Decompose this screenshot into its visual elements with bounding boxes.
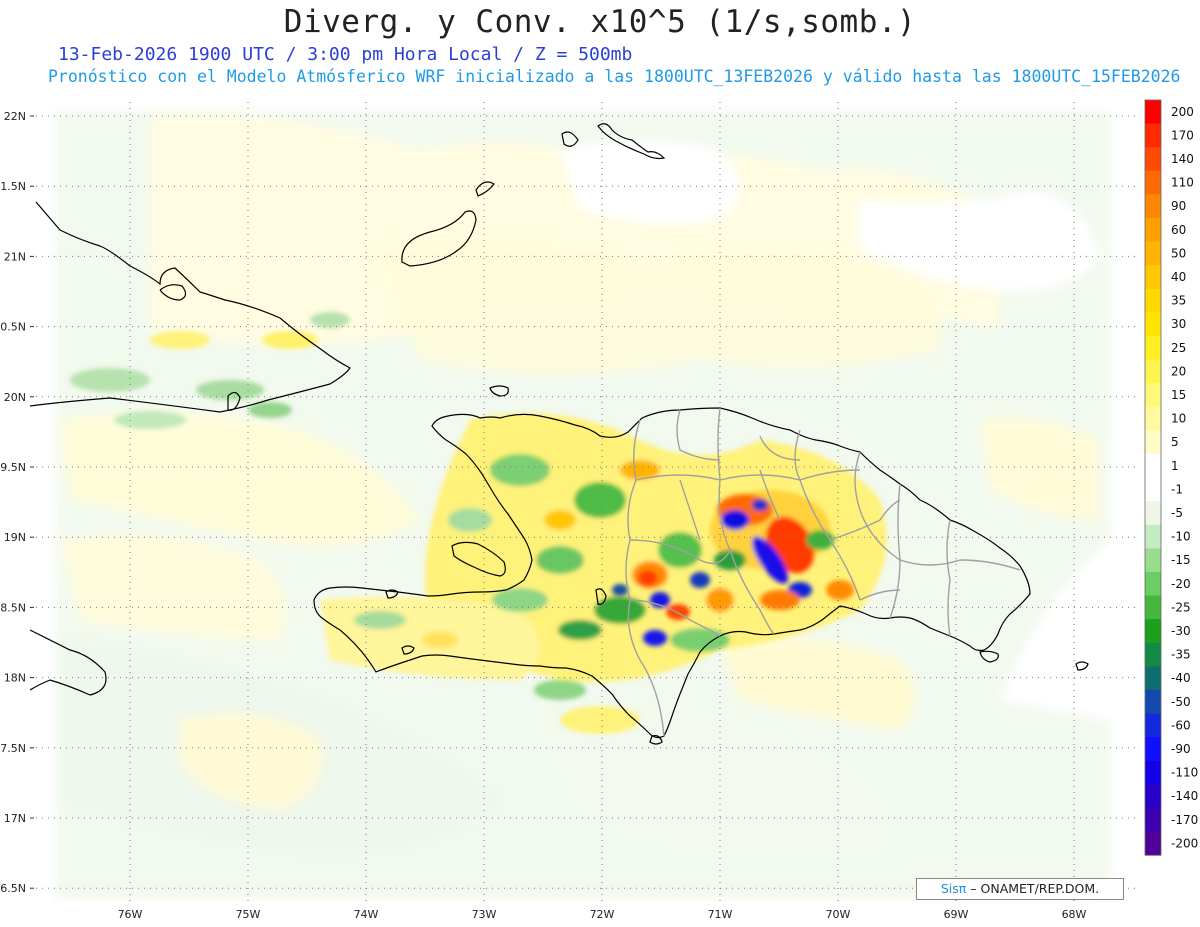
colorbar-label: 10	[1171, 412, 1186, 426]
colorbar-swatch	[1145, 241, 1161, 266]
colorbar-label: 50	[1171, 246, 1186, 260]
colorbar-label: -1	[1171, 482, 1183, 496]
colorbar-swatch	[1145, 501, 1161, 526]
colorbar-swatch	[1145, 123, 1161, 148]
colorbar-swatch	[1145, 831, 1161, 856]
lon-label: 73W	[472, 908, 497, 921]
colorbar-label: 140	[1171, 152, 1194, 166]
colorbar-label: 170	[1171, 128, 1194, 142]
lat-label: 20N	[4, 391, 26, 404]
lon-label: 69W	[944, 908, 969, 921]
colorbar-label: -90	[1171, 742, 1191, 756]
lat-label: 7.5N	[0, 742, 26, 755]
lat-label: 9.5N	[0, 461, 26, 474]
colorbar-label: -30	[1171, 624, 1191, 638]
colorbar-label: -140	[1171, 789, 1198, 803]
colorbar: 200 170 140 110 90 60 50 40 35 30 25 20 15 10 5 1 -1 -5 -1…	[1144, 99, 1198, 856]
lat-label: 8.5N	[0, 601, 26, 614]
lon-label: 74W	[354, 908, 379, 921]
colorbar-swatch	[1145, 147, 1161, 172]
colorbar-label: 35	[1171, 294, 1186, 308]
colorbar-swatch	[1145, 100, 1161, 124]
colorbar-label: -20	[1171, 577, 1191, 591]
colorbar-swatch	[1145, 454, 1161, 478]
colorbar-swatch	[1145, 406, 1161, 431]
colorbar-label: -35	[1171, 648, 1191, 662]
colorbar-swatch	[1145, 288, 1161, 313]
colorbar-label: -40	[1171, 671, 1191, 685]
colorbar-label: 5	[1171, 435, 1179, 449]
colorbar-label: -200	[1171, 836, 1198, 850]
colorbar-swatch	[1145, 760, 1161, 785]
colorbar-swatch	[1145, 359, 1161, 384]
colorbar-label: -10	[1171, 530, 1191, 544]
colorbar-label: 1	[1171, 459, 1179, 473]
colorbar-label: -25	[1171, 600, 1191, 614]
colorbar-label: -170	[1171, 813, 1198, 827]
colorbar-label: 20	[1171, 364, 1186, 378]
colorbar-label: 60	[1171, 223, 1186, 237]
lat-label: 19N	[4, 531, 26, 544]
colorbar-swatch	[1145, 595, 1161, 620]
latitude-labels: 22N 1.5N 21N 0.5N 20N 9.5N 19N 8.5N 18N 7.5N 17N 6.…	[0, 110, 26, 895]
colorbar-swatch	[1145, 383, 1161, 408]
colorbar-swatch	[1145, 784, 1161, 809]
credit-brand: Sisπ	[940, 881, 967, 896]
lat-label: 17N	[4, 812, 26, 825]
colorbar-label: -50	[1171, 695, 1191, 709]
colorbar-swatch	[1145, 524, 1161, 549]
colorbar-swatch	[1145, 690, 1161, 714]
colorbar-swatch	[1145, 713, 1161, 738]
colorbar-label: -60	[1171, 718, 1191, 732]
colorbar-swatch	[1145, 572, 1161, 596]
colorbar-label: -110	[1171, 766, 1198, 780]
colorbar-swatch	[1145, 170, 1161, 195]
colorbar-label: 25	[1171, 341, 1186, 355]
lat-label: 6.5N	[0, 882, 26, 895]
lat-label: 18N	[4, 672, 26, 685]
longitude-labels: 76W 75W 74W 73W 72W 71W 70W 69W 68W	[118, 908, 1087, 921]
colorbar-label: -15	[1171, 553, 1191, 567]
colorbar-swatch	[1145, 430, 1161, 455]
colorbar-label: 30	[1171, 317, 1186, 331]
lon-label: 72W	[590, 908, 615, 921]
colorbar-swatch	[1145, 312, 1161, 337]
colorbar-swatch	[1145, 548, 1161, 573]
lon-label: 70W	[826, 908, 851, 921]
divergence-map: 22N 1.5N 21N 0.5N 20N 9.5N 19N 8.5N 18N 7.5N 17N 6.…	[0, 99, 1198, 921]
lat-label: 22N	[4, 110, 26, 123]
lon-label: 68W	[1062, 908, 1087, 921]
colorbar-label: 90	[1171, 199, 1186, 213]
credit-text: – ONAMET/REP.DOM.	[970, 881, 1100, 896]
colorbar-label: -5	[1171, 506, 1183, 520]
credit-box: Sisπ – ONAMET/REP.DOM.	[916, 878, 1124, 900]
colorbar-swatch	[1145, 218, 1161, 242]
lon-label: 75W	[236, 908, 261, 921]
colorbar-swatch	[1145, 336, 1161, 360]
colorbar-label: 110	[1171, 176, 1194, 190]
lon-label: 76W	[118, 908, 143, 921]
colorbar-label: 200	[1171, 105, 1194, 119]
colorbar-swatch	[1145, 808, 1161, 832]
colorbar-swatch	[1145, 477, 1161, 502]
divergence-field	[55, 110, 1110, 900]
colorbar-label: 40	[1171, 270, 1186, 284]
colorbar-swatch	[1145, 737, 1161, 762]
colorbar-label: 15	[1171, 388, 1186, 402]
lat-label: 1.5N	[0, 180, 26, 193]
colorbar-swatch	[1145, 265, 1161, 290]
colorbar-swatch	[1145, 642, 1161, 667]
lat-label: 21N	[4, 250, 26, 263]
lat-label: 0.5N	[0, 321, 26, 334]
colorbar-swatch	[1145, 666, 1161, 691]
colorbar-swatch	[1145, 194, 1161, 219]
lon-label: 71W	[708, 908, 733, 921]
colorbar-swatch	[1145, 619, 1161, 644]
